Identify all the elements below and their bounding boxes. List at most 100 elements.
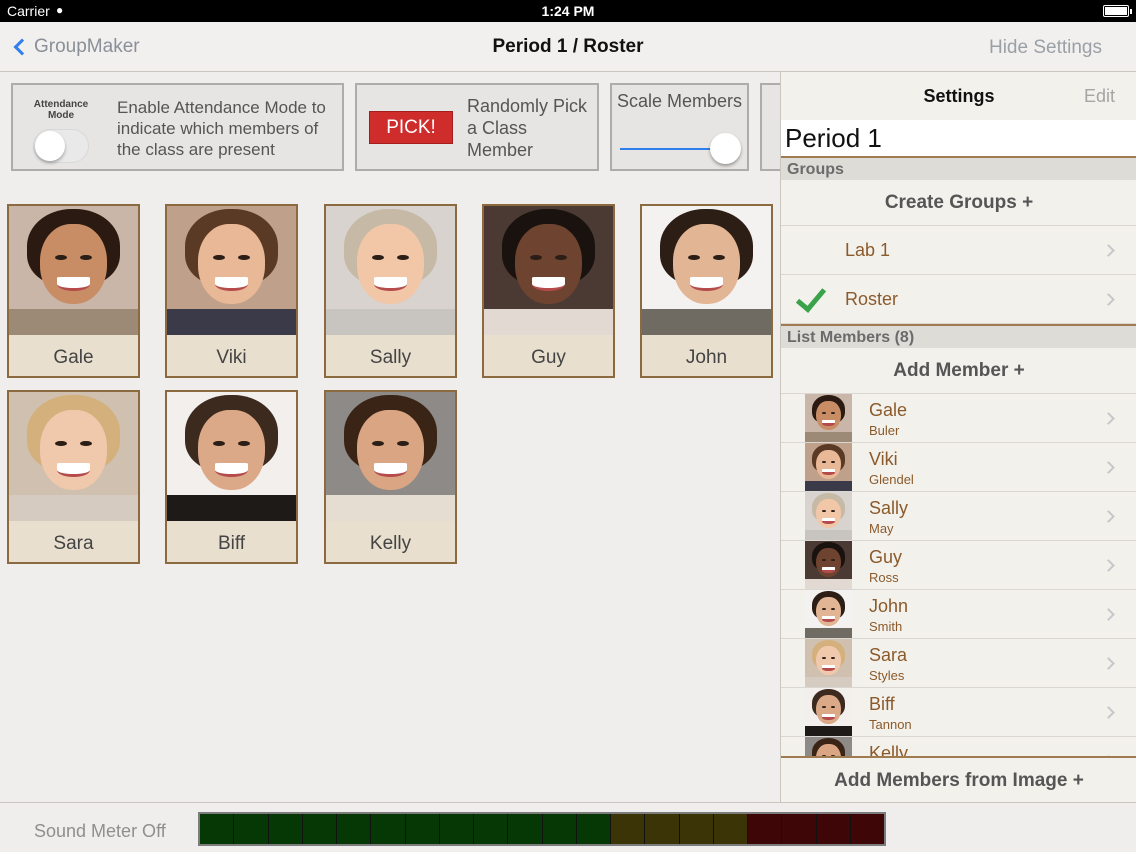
meter-segment (542, 814, 577, 844)
member-first-name: Guy (869, 547, 903, 567)
member-tile[interactable]: Sally (324, 204, 457, 378)
member-first-name: Sara (869, 645, 908, 665)
meter-segment (713, 814, 748, 844)
member-name: Guy (531, 347, 566, 368)
member-list-item[interactable]: Gale Buler (781, 394, 1136, 443)
toggle-knob (35, 131, 65, 161)
portrait-photo (805, 394, 852, 442)
member-list-item[interactable]: Biff Tannon (781, 688, 1136, 737)
meter-segment (611, 814, 646, 844)
member-photo (642, 206, 771, 335)
portrait-photo (9, 392, 138, 521)
member-last-name: May (869, 521, 894, 536)
portrait-photo (167, 206, 296, 335)
member-first-name: Gale (869, 400, 908, 420)
member-last-name: Styles (869, 668, 905, 683)
sound-meter (198, 812, 886, 846)
member-photo (167, 206, 296, 335)
portrait-photo (805, 688, 852, 736)
portrait-photo (326, 392, 455, 521)
member-tile[interactable]: John (640, 204, 773, 378)
portrait-photo (805, 639, 852, 687)
hide-settings-button[interactable]: Hide Settings (989, 37, 1102, 59)
attendance-mode-label: Attendance Mode (33, 99, 89, 121)
member-thumbnail (805, 639, 852, 687)
member-last-name: Buler (869, 423, 900, 438)
chevron-right-icon (1102, 244, 1115, 257)
member-tile[interactable]: Gale (7, 204, 140, 378)
member-name: Biff (217, 533, 246, 554)
battery-icon (1103, 5, 1132, 17)
member-last-name: Glendel (869, 472, 914, 487)
group-label: Lab 1 (845, 240, 891, 260)
group-label: Roster (845, 289, 899, 309)
member-tile[interactable]: Kelly (324, 390, 457, 564)
groups-section-header: Groups (781, 156, 1136, 180)
page-title: Period 1 / Roster (492, 36, 644, 57)
attendance-description: Enable Attendance Mode to indicate which… (117, 98, 326, 159)
members-section-header: List Members (8) (781, 324, 1136, 348)
member-first-name: Sally (869, 498, 909, 518)
add-member-button[interactable]: Add Member + (781, 348, 1136, 394)
portrait-photo (805, 492, 852, 540)
bottom-bar: Sound Meter Off (0, 802, 1136, 852)
member-photo (326, 392, 455, 521)
chevron-right-icon (1102, 510, 1115, 523)
member-list-item[interactable]: Viki Glendel (781, 443, 1136, 492)
attendance-card: Attendance Mode Enable Attendance Mode t… (11, 83, 344, 171)
member-last-name: Ross (869, 570, 899, 585)
create-groups-button[interactable]: Create Groups + (781, 180, 1136, 226)
member-list-item[interactable]: John Smith (781, 590, 1136, 639)
chevron-right-icon (1102, 706, 1115, 719)
member-thumbnail (805, 492, 852, 540)
sound-meter-label[interactable]: Sound Meter Off (34, 821, 166, 842)
member-thumbnail (805, 688, 852, 736)
add-members-from-image-button[interactable]: Add Members from Image + (781, 756, 1136, 802)
member-photo (9, 206, 138, 335)
member-last-name: Tannon (869, 717, 912, 732)
navigation-bar: GroupMaker Period 1 / Roster Hide Settin… (0, 22, 1136, 72)
member-list-item[interactable]: Sara Styles (781, 639, 1136, 688)
group-row[interactable]: Roster (781, 275, 1136, 324)
meter-segment (748, 814, 783, 844)
edit-button[interactable]: Edit (1084, 86, 1115, 107)
meter-segment (850, 814, 884, 844)
settings-header: Settings Edit (781, 72, 1136, 120)
member-tile[interactable]: Guy (482, 204, 615, 378)
checkmark-icon (795, 281, 827, 313)
scale-slider-knob[interactable] (710, 133, 741, 164)
member-list[interactable]: Gale Buler Viki Glendel Sally May Guy Ross John S… (781, 394, 1136, 756)
chevron-right-icon (1102, 461, 1115, 474)
meter-segment (474, 814, 509, 844)
meter-segment (816, 814, 851, 844)
portrait-photo (642, 206, 771, 335)
member-name: Sara (53, 533, 94, 554)
member-photo (167, 392, 296, 521)
chevron-right-icon (1102, 293, 1115, 306)
chevron-right-icon (1102, 608, 1115, 621)
member-tile[interactable]: Sara (7, 390, 140, 564)
member-photo (484, 206, 613, 335)
class-name-field[interactable] (781, 120, 1136, 156)
portrait-photo (805, 737, 852, 756)
member-list-item[interactable]: Guy Ross (781, 541, 1136, 590)
member-tile[interactable]: Viki (165, 204, 298, 378)
member-thumbnail (805, 737, 852, 756)
scale-members-card: Scale Members (610, 83, 749, 171)
member-name: Kelly (369, 533, 412, 554)
portrait-photo (484, 206, 613, 335)
random-pick-card: PICK! Randomly Pick a Class Member (355, 83, 599, 171)
member-thumbnail (805, 541, 852, 589)
portrait-photo (805, 443, 852, 491)
member-tile[interactable]: Biff (165, 390, 298, 564)
member-photo (9, 392, 138, 521)
pick-button[interactable]: PICK! (369, 111, 453, 144)
meter-segment (508, 814, 543, 844)
group-row[interactable]: Lab 1 (781, 226, 1136, 275)
member-list-item[interactable]: Kelly (781, 737, 1136, 756)
settings-panel: Settings Edit Groups Create Groups + Lab… (780, 72, 1136, 802)
meter-segment (234, 814, 269, 844)
member-list-item[interactable]: Sally May (781, 492, 1136, 541)
chevron-right-icon (1102, 559, 1115, 572)
attendance-toggle[interactable] (33, 129, 89, 163)
